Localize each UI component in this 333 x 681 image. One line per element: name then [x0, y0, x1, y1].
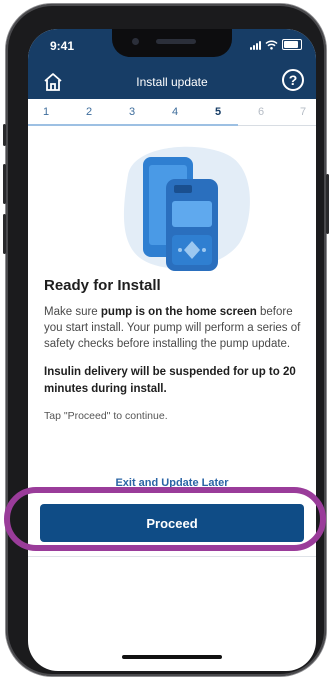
screen: 9:41 Install update ? 1 2 3 4 5 6 7 Read… — [28, 29, 316, 671]
help-button[interactable]: ? — [282, 69, 304, 91]
instruction-emphasis: pump is on the home screen — [100, 306, 257, 318]
volume-up-button — [3, 164, 6, 204]
step-1: 1 — [42, 106, 50, 118]
step-5: 5 — [214, 106, 222, 118]
instruction-lead: Make sure — [44, 306, 101, 318]
step-3: 3 — [128, 106, 136, 118]
step-progress-bar — [28, 124, 238, 126]
status-time: 9:41 — [50, 39, 75, 53]
camera — [132, 38, 139, 45]
suspension-warning: Insulin delivery will be suspended for u… — [44, 366, 296, 395]
home-indicator[interactable] — [122, 655, 222, 659]
divider — [28, 556, 316, 557]
signal-icon — [250, 40, 261, 50]
step-6: 6 — [257, 106, 265, 118]
wifi-icon — [265, 40, 278, 50]
step-2: 2 — [85, 106, 93, 118]
mute-switch — [3, 124, 6, 146]
instruction-text: Make sure pump is on the home screen bef… — [44, 304, 304, 352]
status-icons — [250, 39, 302, 50]
page-title: Install update — [136, 75, 208, 89]
pump-phone-illustration — [123, 146, 250, 271]
main-content: Ready for Install Make sure pump is on t… — [44, 277, 304, 422]
volume-down-button — [3, 214, 6, 254]
step-4: 4 — [171, 106, 179, 118]
step-indicator: 1 2 3 4 5 6 7 — [28, 99, 316, 126]
phone-frame: 9:41 Install update ? 1 2 3 4 5 6 7 Read… — [3, 4, 329, 676]
step-7: 7 — [299, 106, 307, 118]
continue-hint: Tap "Proceed" to continue. — [44, 410, 168, 422]
speaker — [156, 39, 196, 44]
section-title: Ready for Install — [44, 277, 161, 294]
highlight-annotation — [4, 487, 326, 551]
battery-icon — [282, 39, 302, 50]
power-button — [326, 174, 329, 234]
